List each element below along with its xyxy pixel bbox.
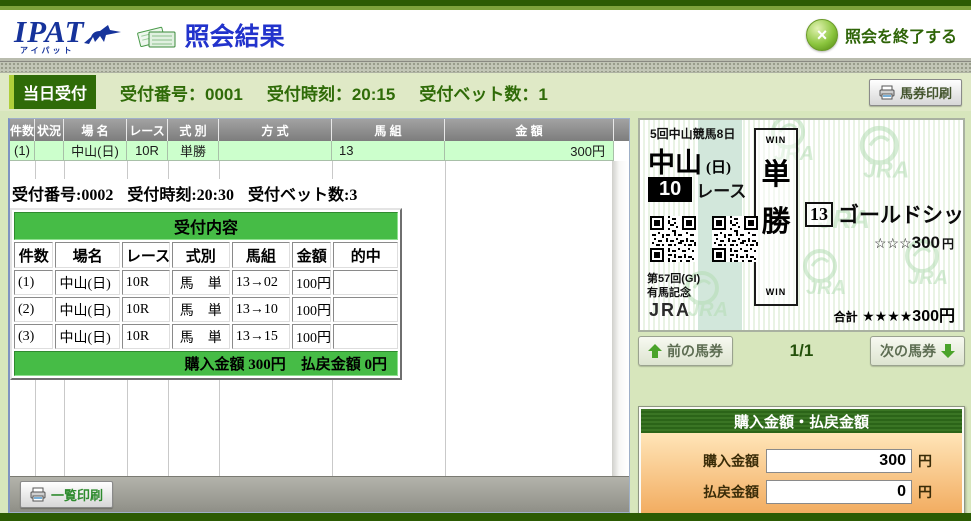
receipt-bet-count: 受付ベット数：1 (419, 84, 548, 104)
popup-receipt-bets: 受付ベット数:3 (248, 187, 358, 204)
bottom-accent-bar (0, 513, 971, 521)
col-header-track: 場 名 (64, 119, 127, 141)
close-icon: × (805, 19, 838, 51)
receipt-list-panel: 件数 状況 場 名 レース 式 別 方 式 馬 組 金 額 (1) 中山(日) … (8, 118, 630, 513)
printer-icon (879, 85, 895, 99)
tickets-icon (136, 26, 176, 48)
ipat-logo: IPAT アイパット (14, 16, 123, 55)
same-day-receipt-badge: 当日受付 (9, 75, 97, 109)
ticket-panel: JRA 5回中山競馬8日 中山 (日) 10 レース 第57回(GI) 有馬記念… (638, 118, 965, 521)
horse-selection: 13 ゴールドシップ (805, 199, 964, 229)
cell-method (219, 141, 332, 161)
up-arrow-icon (648, 344, 662, 358)
prev-ticket-button[interactable]: 前の馬券 (638, 336, 733, 366)
ipat-logo-subtext: アイパット (20, 45, 75, 55)
cell-status (35, 141, 64, 161)
cell-race: 10R (127, 141, 168, 161)
next-ticket-label: 次の馬券 (879, 343, 936, 359)
total-line: 合計 ★★★★300円 (833, 308, 955, 325)
table-row: (1) 中山(日) 10R 馬 単 13→02 100円 (14, 270, 398, 295)
popup-header: 受付内容 (14, 212, 398, 240)
popup-totals: 購入金額 300円 払戻金額 0円 (14, 351, 398, 376)
col-header-method: 方 式 (219, 119, 332, 141)
receipt-number: 受付番号：0001 (120, 84, 243, 104)
next-ticket-button[interactable]: 次の馬券 (869, 336, 965, 366)
qr-code (650, 216, 696, 262)
table-scrollbar[interactable] (612, 161, 628, 476)
cell-count: (1) (10, 141, 35, 161)
stake-line: ☆☆☆300 円 (873, 233, 954, 252)
qr-code (712, 216, 758, 262)
col-header-horses: 馬 組 (332, 119, 445, 141)
meeting-label: 5回中山競馬8日 (650, 127, 736, 141)
refund-amount-input[interactable] (766, 480, 912, 504)
ticket-print-button[interactable]: 馬券印刷 (868, 78, 962, 106)
page-title: 照会結果 (184, 23, 285, 51)
table-row[interactable]: (1) 中山(日) 10R 単勝 13 300円 (10, 141, 629, 161)
receipt-table-header: 件数 状況 場 名 レース 式 別 方 式 馬 組 金 額 (10, 119, 629, 141)
cell-bettype: 単勝 (168, 141, 219, 161)
col-header-amount: 金 額 (445, 119, 614, 141)
jra-label: JRA (649, 300, 692, 320)
ipat-horse-icon (83, 24, 121, 44)
popup-receipt-number: 受付番号:0002 (12, 187, 114, 204)
list-print-button[interactable]: 一覧印刷 (20, 481, 114, 508)
refund-amount-row: 払戻金額 円 (641, 480, 932, 504)
amount-panel-title: 購入金額・払戻金額 (641, 409, 962, 433)
table-row: (3) 中山(日) 10R 馬 単 13→15 100円 (14, 324, 398, 349)
ticket-print-label: 馬券印刷 (899, 85, 952, 101)
purchase-amount-input[interactable] (766, 449, 912, 473)
col-header-status: 状況 (35, 119, 64, 141)
receipt-detail-popup: 受付番号:0002 受付時刻:20:30 受付ベット数:3 受付内容 件数 場名 レ… (10, 179, 412, 380)
close-inquiry-label: 照会を終了する (844, 29, 957, 46)
prev-ticket-label: 前の馬券 (667, 343, 723, 359)
popup-receipt-time: 受付時刻:20:30 (127, 187, 235, 204)
refund-amount-unit: 円 (918, 484, 932, 500)
receipt-detail-table: 受付内容 件数 場名 レース 式別 馬組 金額 的中 (1) 中山(日) 10R… (10, 208, 402, 380)
col-header-count: 件数 (10, 119, 35, 141)
bet-type-box: WIN 単 勝 WIN (754, 128, 798, 306)
panel-bottom-bar: 一覧印刷 (10, 476, 629, 512)
race-number-box: 10 (648, 177, 693, 202)
purchase-amount-unit: 円 (918, 453, 932, 469)
horse-number-box: 13 (805, 201, 833, 227)
printer-icon (30, 487, 46, 502)
list-print-label: 一覧印刷 (51, 488, 104, 503)
table-row: (2) 中山(日) 10R 馬 単 13→10 100円 (14, 297, 398, 322)
course-label: 中山 (日) (648, 148, 731, 178)
texture-divider (0, 61, 971, 73)
receipt-time: 受付時刻：20:15 (266, 84, 396, 104)
amount-panel: 購入金額・払戻金額 購入金額 円 払戻金額 円 (638, 406, 965, 521)
horse-name: ゴールドシップ (838, 204, 964, 227)
refund-amount-label: 払戻金額 (703, 484, 759, 500)
race-number: 10 レース (648, 177, 746, 202)
ticket-navigation: 前の馬券 1/1 次の馬券 (638, 336, 965, 366)
ipat-inquiry-window: JRA IPAT アイパット (0, 0, 971, 521)
receipt-summary-bar: 当日受付 受付番号：0001 受付時刻：20:15 受付ベット数：1 馬券印刷 (0, 73, 971, 111)
app-header: IPAT アイパット 照会結果 × 照会を終了する (0, 12, 971, 61)
col-header-race: レース (127, 119, 168, 141)
amount-panel-body: 購入金額 円 払戻金額 円 (641, 433, 962, 521)
purchase-amount-row: 購入金額 円 (641, 449, 932, 473)
ipat-logo-text: IPAT (14, 13, 85, 49)
col-header-bettype: 式 別 (168, 119, 219, 141)
popup-col-headers: 件数 場名 レース 式別 馬組 金額 的中 (14, 242, 398, 268)
popup-title: 受付番号:0002 受付時刻:20:30 受付ベット数:3 (10, 179, 412, 208)
cell-track: 中山(日) (64, 141, 127, 161)
down-arrow-icon (940, 344, 955, 358)
race-title: 第57回(GI) 有馬記念 (647, 273, 701, 299)
betting-ticket: JRA 5回中山競馬8日 中山 (日) 10 レース 第57回(GI) 有馬記念… (638, 118, 965, 332)
cell-amount: 300円 (445, 141, 614, 161)
ticket-page-indicator: 1/1 (789, 341, 814, 360)
close-inquiry-button[interactable]: × 照会を終了する (805, 19, 957, 51)
cell-horses: 13 (332, 141, 445, 161)
purchase-amount-label: 購入金額 (703, 453, 759, 469)
